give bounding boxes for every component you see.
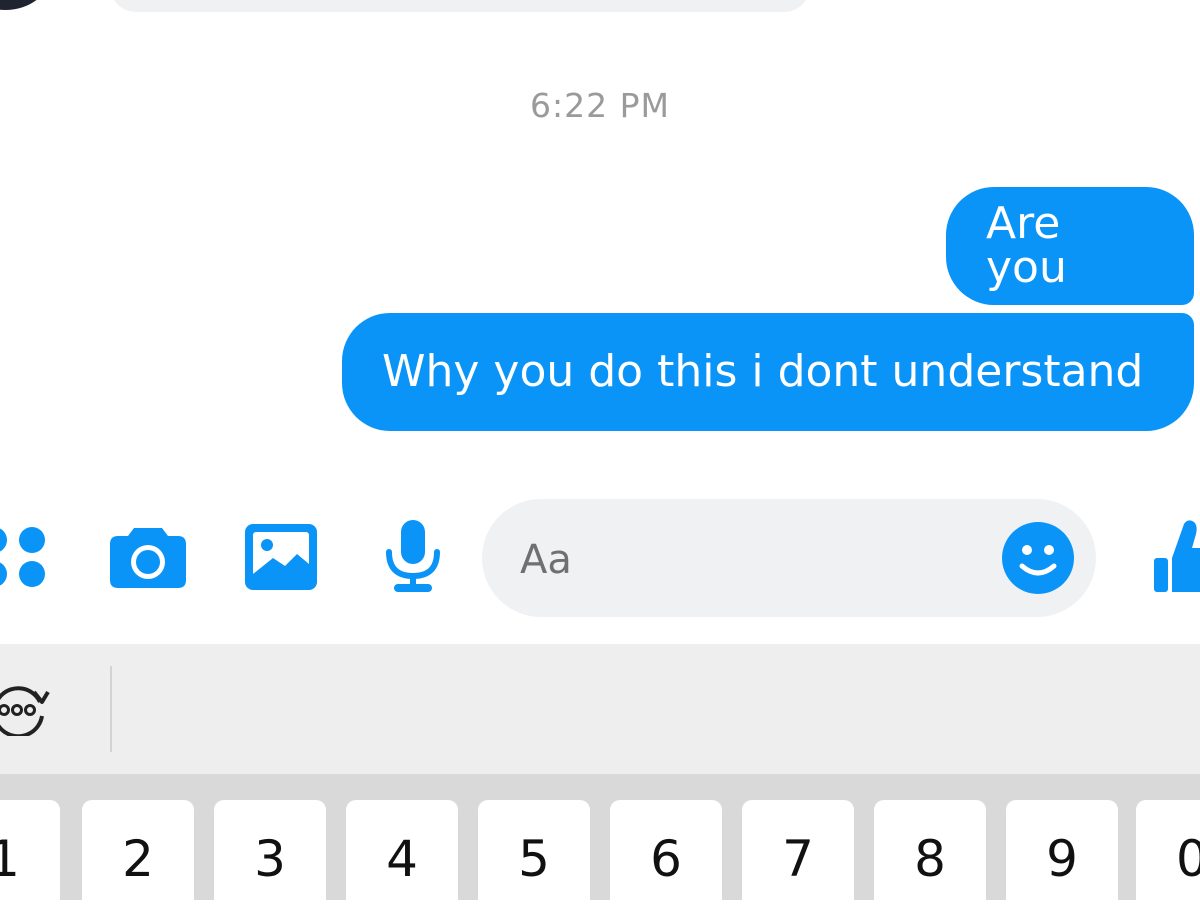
previous-message-bubble (110, 0, 810, 12)
message-timestamp: 6:22 PM (530, 86, 670, 125)
camera-icon[interactable] (110, 522, 186, 588)
partial-avatar[interactable] (0, 0, 50, 10)
key-3[interactable]: 3 (214, 800, 326, 910)
message-bubble[interactable]: Why you do this i dont understand (342, 313, 1194, 431)
key-4[interactable]: 4 (346, 800, 458, 910)
clipboard-sync-icon[interactable] (0, 680, 52, 736)
keyboard-toolbar (0, 644, 1200, 774)
key-7[interactable]: 7 (742, 800, 854, 910)
toolbar-divider (110, 666, 112, 752)
message-input-placeholder: Aa (520, 537, 572, 583)
like-icon[interactable] (1150, 518, 1200, 594)
key-2[interactable]: 2 (82, 800, 194, 910)
message-composer: Aa (0, 496, 1200, 622)
message-input[interactable]: Aa (482, 499, 1096, 617)
emoji-icon[interactable] (1002, 522, 1074, 594)
key-6[interactable]: 6 (610, 800, 722, 910)
key-5[interactable]: 5 (478, 800, 590, 910)
mic-icon[interactable] (384, 520, 442, 594)
keyboard-number-row: 1 2 3 4 5 6 7 8 9 0 (0, 774, 1200, 910)
message-bubble[interactable]: Are you (946, 187, 1194, 305)
key-9[interactable]: 9 (1006, 800, 1118, 910)
apps-icon[interactable] (0, 526, 50, 588)
key-1[interactable]: 1 (0, 800, 60, 910)
gallery-icon[interactable] (245, 524, 317, 590)
key-0[interactable]: 0 (1136, 800, 1200, 910)
key-8[interactable]: 8 (874, 800, 986, 910)
